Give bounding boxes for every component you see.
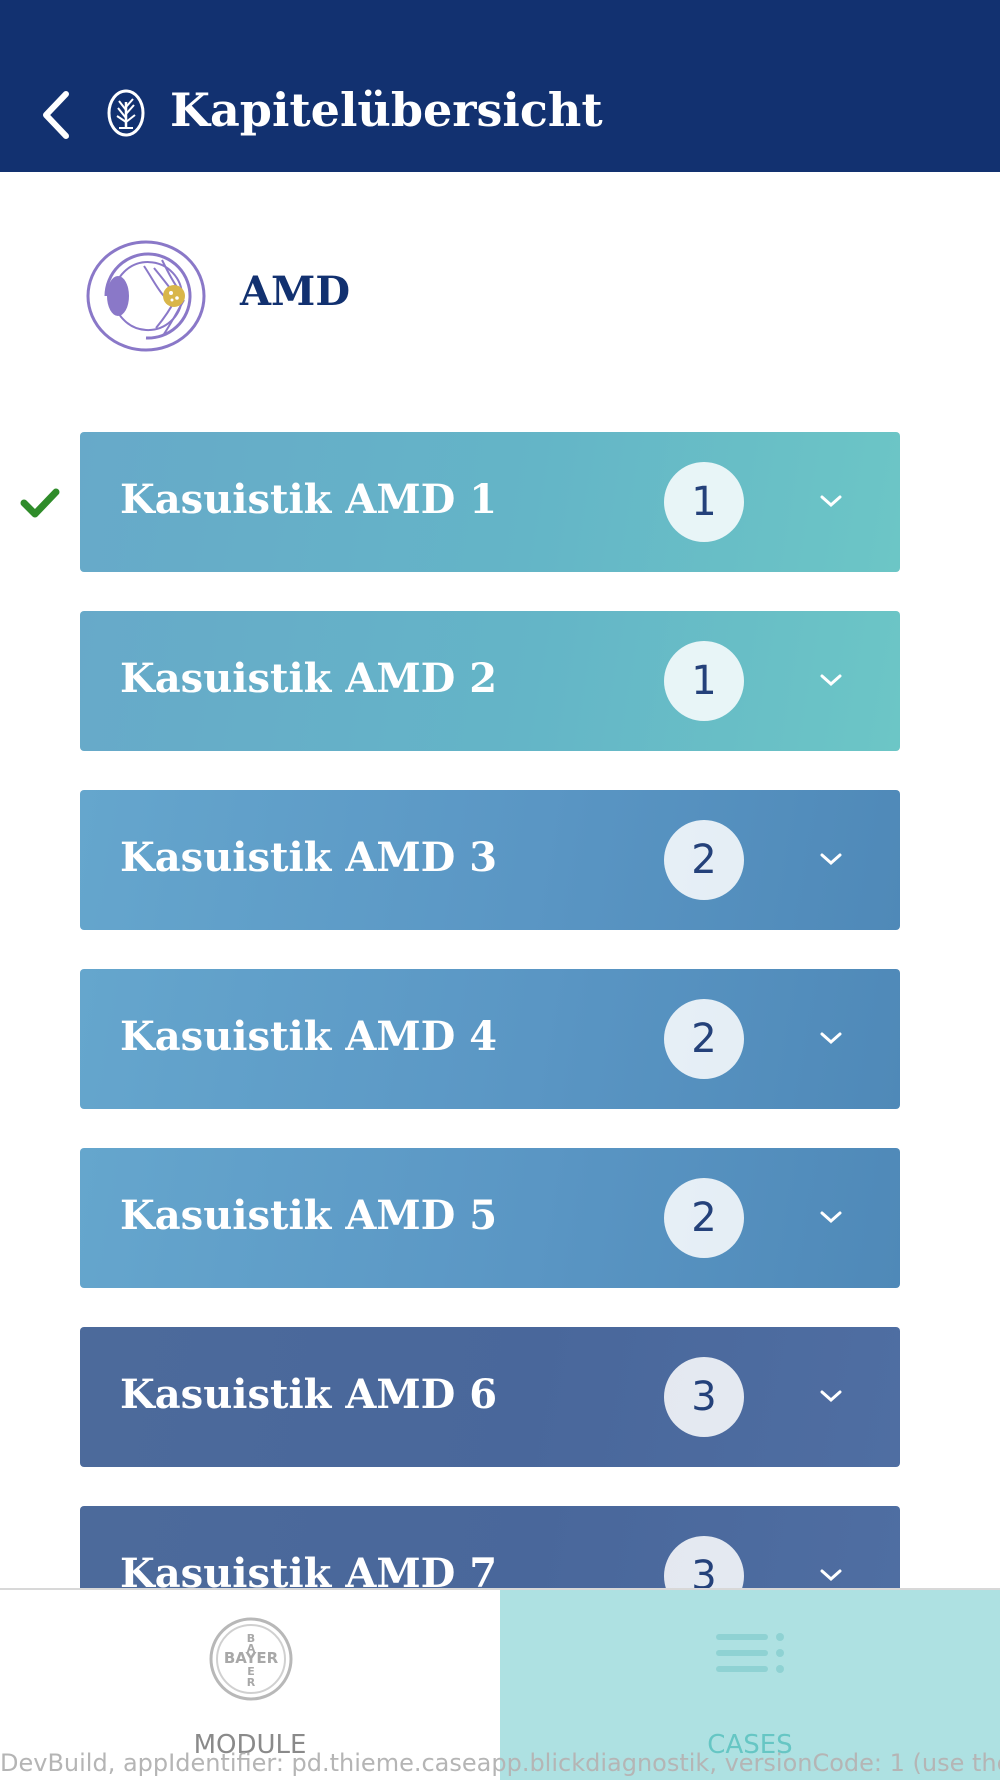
chapter-label: Kasuistik AMD 2 xyxy=(120,655,498,702)
chevron-down-icon[interactable] xyxy=(818,1206,844,1228)
devbuild-overlay-text: DevBuild, appIdentifier: pd.thieme.casea… xyxy=(0,1749,1000,1777)
chapter-row-6[interactable]: Kasuistik AMD 6 3 xyxy=(80,1327,900,1467)
module-heading: AMD xyxy=(84,238,1000,354)
chapter-label: Kasuistik AMD 3 xyxy=(120,834,498,881)
case-count-badge: 3 xyxy=(664,1536,744,1588)
chevron-down-icon[interactable] xyxy=(818,1027,844,1049)
chapter-list: Kasuistik AMD 1 1 Kasuistik AMD 2 1 Kasu… xyxy=(0,432,1000,1588)
chapter-row-7[interactable]: Kasuistik AMD 7 3 xyxy=(80,1506,900,1588)
chevron-down-icon[interactable] xyxy=(818,1564,844,1586)
chapter-label: Kasuistik AMD 4 xyxy=(120,1013,498,1060)
chapter-label: Kasuistik AMD 5 xyxy=(120,1192,498,1239)
case-count-badge: 1 xyxy=(664,641,744,721)
chapter-label: Kasuistik AMD 1 xyxy=(120,476,498,523)
chevron-down-icon[interactable] xyxy=(818,669,844,691)
chapter-label: Kasuistik AMD 7 xyxy=(120,1550,498,1588)
bayer-logo-icon: BAYER B A E R xyxy=(209,1617,293,1701)
chapter-row-5[interactable]: Kasuistik AMD 5 2 xyxy=(80,1148,900,1288)
app-header: Kapitelübersicht xyxy=(0,0,1000,172)
chevron-down-icon[interactable] xyxy=(818,848,844,870)
thieme-logo-icon xyxy=(107,89,145,137)
chevron-down-icon[interactable] xyxy=(818,490,844,512)
list-icon xyxy=(716,1633,784,1673)
back-arrow-icon[interactable] xyxy=(38,88,74,142)
chapter-row-3[interactable]: Kasuistik AMD 3 2 xyxy=(80,790,900,930)
case-count-badge: 1 xyxy=(664,462,744,542)
case-count-badge: 2 xyxy=(664,999,744,1079)
completed-check-icon xyxy=(20,488,60,518)
case-count-badge: 2 xyxy=(664,1178,744,1258)
case-count-badge: 3 xyxy=(664,1357,744,1437)
svg-text:A: A xyxy=(247,1642,256,1655)
page-title: Kapitelübersicht xyxy=(170,83,603,137)
chevron-down-icon[interactable] xyxy=(818,1385,844,1407)
chapter-row-4[interactable]: Kasuistik AMD 4 2 xyxy=(80,969,900,1109)
case-count-badge: 2 xyxy=(664,820,744,900)
chapter-label: Kasuistik AMD 6 xyxy=(120,1371,498,1418)
chapter-row-2[interactable]: Kasuistik AMD 2 1 xyxy=(80,611,900,751)
module-title: AMD xyxy=(240,268,350,315)
chapter-row-1[interactable]: Kasuistik AMD 1 1 xyxy=(80,432,900,572)
svg-text:R: R xyxy=(247,1676,256,1689)
eye-icon xyxy=(86,240,206,352)
